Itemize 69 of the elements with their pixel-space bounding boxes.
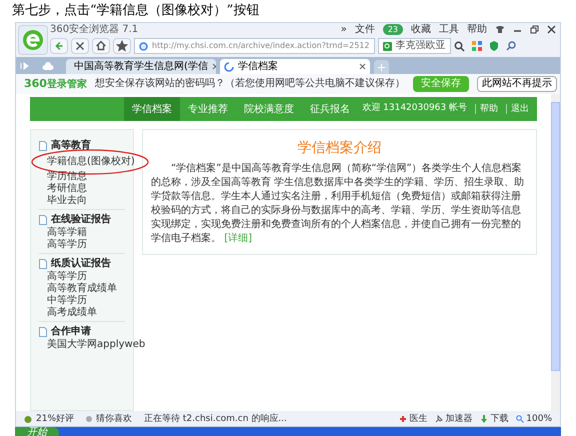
sidebar-link[interactable]: 考研信息 <box>47 183 87 194</box>
search-icon[interactable] <box>454 40 464 52</box>
password-prompt: 想安全保存该网站的密码吗？ <box>94 78 225 90</box>
status-tool[interactable]: 医生 <box>409 412 428 424</box>
never-remind-button[interactable]: 此网站不再提示 <box>476 76 557 92</box>
password-manager-logo: 360登录管家 <box>24 78 87 90</box>
back-icon[interactable] <box>50 38 68 54</box>
intro-title: 学信档案介绍 <box>296 139 382 158</box>
sidebar-link[interactable]: 中等学历 <box>47 295 87 306</box>
sidebar-link[interactable]: 美国大学网applyweb <box>47 339 146 350</box>
close-tab-icon[interactable] <box>359 63 366 70</box>
nav-tab[interactable]: 学信档案 <box>124 97 180 121</box>
zoom-icon <box>516 414 524 422</box>
search-field[interactable]: 李克强欧亚 <box>378 38 450 54</box>
document-icon <box>39 214 47 224</box>
shield-icon[interactable] <box>488 41 498 51</box>
sidebar-link[interactable]: 学历信息 <box>47 171 87 182</box>
pin-icon <box>435 414 444 422</box>
apple-icon <box>24 414 32 422</box>
scrollbar[interactable] <box>551 94 560 411</box>
sidebar-link[interactable]: 高等学籍 <box>47 227 87 238</box>
status-text: 正在等待 t2.chsi.com.cn 的响应... <box>144 412 287 424</box>
zoom-level[interactable]: 100% <box>526 412 552 424</box>
apps-icon[interactable] <box>472 41 482 51</box>
sidebar-toggle-icon[interactable] <box>20 61 30 71</box>
document-icon <box>39 326 47 336</box>
sidebar-heading: 纸质认证报告 <box>51 256 111 270</box>
menu-item[interactable]: 收藏 <box>411 24 431 36</box>
document-icon <box>39 258 47 268</box>
sidebar-link[interactable]: 毕业去向 <box>47 195 87 206</box>
guess-link[interactable]: 猜你喜欢 <box>96 412 132 424</box>
download-icon <box>480 414 488 422</box>
search-engine-icon <box>382 42 392 50</box>
browser-tab[interactable]: 中国高等教育学生信息网(学信 <box>66 59 216 74</box>
browser-logo-icon[interactable] <box>18 25 48 55</box>
stop-icon[interactable] <box>71 38 89 54</box>
browser-tab[interactable]: 学信档案 <box>220 59 370 74</box>
sidebar-link[interactable]: 高等学历 <box>47 271 87 282</box>
dot-icon <box>86 416 92 422</box>
intro-paragraph: “学信档案”是中国高等教育学生信息网（简称“学信网”）各类学生个人信息档案的总称，涉及全国高等教育 学生信息数据库中各类学生的学籍、学历、招生录取、助学贷款等信息。学生本人通过实名注册，利用手机短信（免费短信）或邮箱获得注册校验码的方式，将自己的实际身份与数据库中的高考、学籍、学历、学生资助等信息实现绑定，实现免费注册和免费查询所有的个人档案信息，并使自己拥有一份完整的学信电子档案。 [详细] <box>151 162 526 246</box>
sidebar-heading: 在线验证报告 <box>51 212 111 226</box>
menu-item[interactable]: 文件 <box>354 24 375 36</box>
status-tool[interactable]: 加速器 <box>445 412 472 424</box>
sidebar-heading: 合作申请 <box>51 324 91 338</box>
first-aid-icon <box>399 414 408 422</box>
home-icon[interactable] <box>92 38 110 54</box>
status-tool[interactable]: 下载 <box>490 412 508 424</box>
sidebar-link[interactable]: 高等学历 <box>47 239 87 250</box>
password-note: （若您使用网吧等公共电脑不建议保存） <box>224 78 405 90</box>
plus-icon <box>378 64 385 70</box>
favorite-icon[interactable] <box>113 38 131 54</box>
document-icon <box>39 140 47 150</box>
menu-item[interactable]: » <box>340 24 347 36</box>
welcome-text: 欢迎 13142030963 帐号 <box>362 102 467 116</box>
menu-item[interactable]: 帮助 <box>467 24 487 36</box>
globe-icon <box>139 42 148 50</box>
menu-item[interactable]: 工具 <box>439 24 459 36</box>
rating-text[interactable]: 21%好评 <box>36 412 74 424</box>
close-icon[interactable] <box>547 25 556 34</box>
zoom-tool-icon[interactable] <box>506 41 516 51</box>
sidebar-link[interactable]: 高考成绩单 <box>47 307 97 318</box>
restore-icon[interactable] <box>530 25 539 34</box>
sidebar-heading: 高等教育 <box>51 138 91 153</box>
skin-icon[interactable] <box>495 25 505 34</box>
sidebar-link[interactable]: 高等教育成绩单 <box>47 283 117 294</box>
document-heading: 第七步，点击“学籍信息（图像校对）”按钮 <box>11 2 260 20</box>
loading-icon <box>224 62 234 72</box>
browser-title: 360安全浏览器 7.1 <box>50 24 138 36</box>
address-field[interactable]: http://my.chsi.com.cn/archive/index.action?trnd=2512 <box>134 38 374 54</box>
